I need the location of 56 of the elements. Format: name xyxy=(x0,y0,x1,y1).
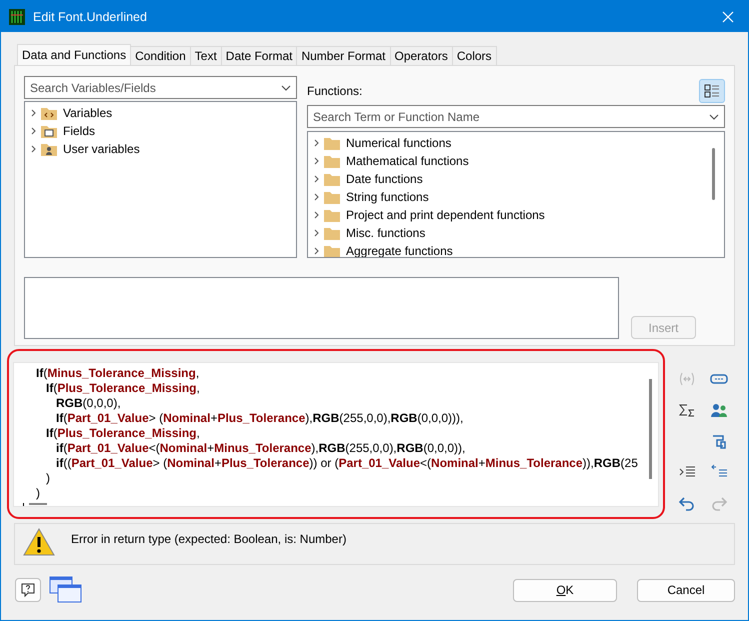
folder-icon xyxy=(324,190,340,204)
tree-item[interactable]: Numerical functions xyxy=(346,136,452,150)
outdent-icon[interactable] xyxy=(710,464,728,480)
app-icon xyxy=(9,8,25,24)
window-title: Edit Font.Underlined xyxy=(33,10,148,24)
ok-button[interactable]: OK xyxy=(513,578,617,602)
tree-item[interactable]: Date functions xyxy=(346,172,423,186)
tree-item[interactable]: Misc. functions xyxy=(346,226,426,240)
folder-table-icon xyxy=(41,124,57,138)
tree-item[interactable]: Mathematical functions xyxy=(346,154,469,168)
code-line: if(Part_01_Value<(Nominal+Minus_Tolerance),RGB(255,0,0),RGB(0,0,0)), xyxy=(55,441,466,456)
close-icon[interactable] xyxy=(722,10,734,22)
help-icon xyxy=(20,582,36,598)
code-line: If(Plus_Tolerance_Missing, xyxy=(45,426,201,441)
folder-icon xyxy=(324,136,340,150)
scrollbar-thumb[interactable] xyxy=(29,503,47,505)
tree-item[interactable]: String functions xyxy=(346,190,429,204)
tree-view-button[interactable] xyxy=(699,78,725,102)
scrollbar-thumb[interactable] xyxy=(649,379,652,479)
code-line: If(Minus_Tolerance_Missing, xyxy=(35,366,200,381)
folder-icon xyxy=(324,226,340,240)
variable-search-field[interactable]: Search Variables/Fields xyxy=(24,76,297,99)
code-line: ) xyxy=(35,486,41,501)
users-icon[interactable] xyxy=(710,402,728,418)
indent-icon[interactable] xyxy=(678,464,696,480)
undo-icon[interactable] xyxy=(678,494,696,510)
function-search-field[interactable]: Search Term or Function Name xyxy=(307,105,725,128)
folder-icon xyxy=(324,208,340,222)
code-line: If(Part_01_Value> (Nominal+Plus_Tolerance),RGB(255,0,0),RGB(0,0,0))), xyxy=(55,411,464,426)
error-message: Error in return type (expected: Boolean, is: Number) xyxy=(71,532,346,546)
folder-code-icon xyxy=(41,106,57,120)
tree-item[interactable]: Fields xyxy=(63,124,96,138)
tree-item[interactable]: User variables xyxy=(63,142,140,156)
tab[interactable]: Colors xyxy=(452,46,497,65)
code-line: if((Part_01_Value> (Nominal+Plus_Tolerance)) or (Part_01_Value<(Nominal+Minus_Tolerance)),RGB(25 xyxy=(55,456,639,471)
tree-view-icon xyxy=(704,82,720,98)
folder-icon xyxy=(324,154,340,168)
code-line: ) xyxy=(45,471,51,486)
formula-editor[interactable] xyxy=(13,362,659,507)
clamp-icon[interactable] xyxy=(710,432,728,448)
warning-icon xyxy=(23,528,55,556)
folder-icon xyxy=(324,172,340,186)
functions-label: Functions: xyxy=(307,84,362,98)
windows-icon[interactable] xyxy=(49,576,83,604)
tab[interactable]: Data and Functions xyxy=(17,44,132,65)
tree-item[interactable]: Variables xyxy=(63,106,112,120)
folder-user-icon xyxy=(41,142,57,156)
cancel-button[interactable]: Cancel xyxy=(637,578,735,602)
sum-icon[interactable] xyxy=(678,402,696,418)
code-line: RGB(0,0,0), xyxy=(55,396,122,411)
tab[interactable]: Operators xyxy=(390,46,453,65)
tree-item[interactable]: Project and print dependent functions xyxy=(346,208,545,222)
scrollbar-thumb[interactable] xyxy=(712,148,715,200)
folder-icon xyxy=(324,244,340,257)
code-line: If(Plus_Tolerance_Missing, xyxy=(45,381,201,396)
help-button[interactable] xyxy=(15,578,41,602)
